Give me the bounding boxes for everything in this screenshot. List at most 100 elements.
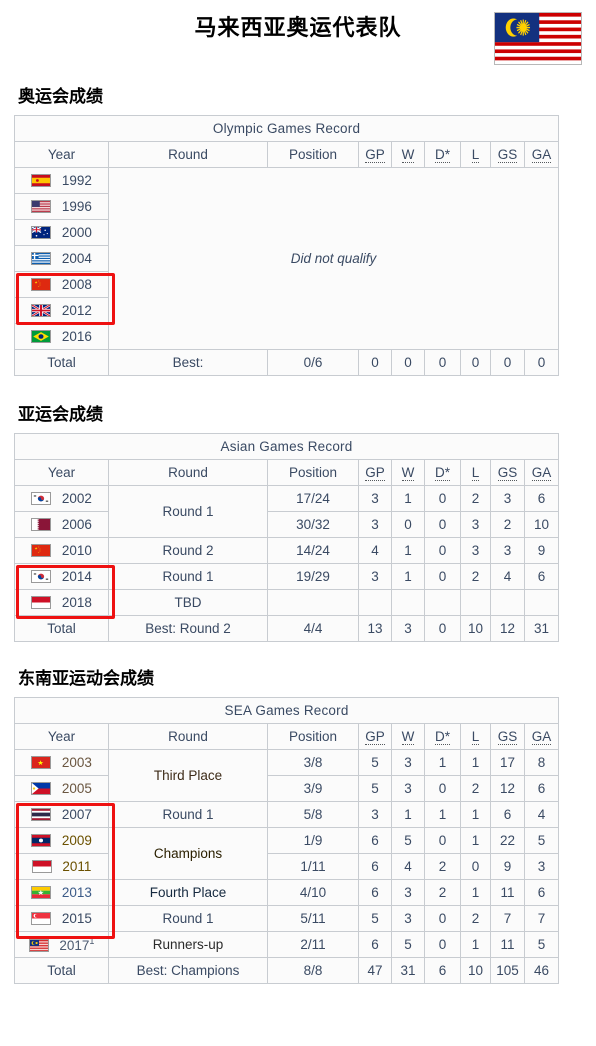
col-l[interactable]: L [460, 723, 491, 750]
year-cell[interactable]: 2014 [14, 563, 109, 590]
col-d[interactable]: D* [424, 459, 461, 486]
round-cell: Fourth Place [108, 879, 268, 906]
w-cell: 4 [391, 853, 425, 880]
col-position: Position [267, 459, 359, 486]
total-gp: 13 [358, 615, 392, 642]
col-d[interactable]: D* [424, 723, 461, 750]
total-gs: 0 [490, 349, 525, 376]
l-cell: 0 [460, 853, 491, 880]
col-gp[interactable]: GP [358, 459, 392, 486]
w-cell: 0 [391, 511, 425, 538]
indonesia-flag [31, 860, 52, 873]
year-cell[interactable]: 2016 [14, 323, 109, 350]
col-round: Round [108, 723, 268, 750]
total-gs: 12 [490, 615, 525, 642]
section-heading-asian: 亚运会成绩 [18, 405, 103, 425]
col-w[interactable]: W [391, 459, 425, 486]
d-cell [424, 589, 461, 616]
gs-cell: 6 [490, 801, 525, 828]
year-cell[interactable]: 1996 [14, 193, 109, 220]
col-position: Position [267, 141, 359, 168]
year-cell[interactable]: 2012 [14, 297, 109, 324]
year-cell[interactable]: 2015 [14, 905, 109, 932]
col-d[interactable]: D* [424, 141, 461, 168]
brazil-flag [31, 330, 52, 343]
col-l[interactable]: L [460, 459, 491, 486]
olympic-banner-title: Olympic Games Record [13, 115, 560, 142]
col-gs[interactable]: GS [490, 459, 525, 486]
col-gp[interactable]: GP [358, 723, 392, 750]
col-gs[interactable]: GS [490, 723, 525, 750]
year-cell[interactable]: 2006 [14, 511, 109, 538]
southkorea-flag [31, 570, 52, 583]
l-cell: 1 [460, 879, 491, 906]
year-cell[interactable]: 2004 [14, 245, 109, 272]
gs-cell: 4 [490, 563, 525, 590]
year-cell[interactable]: 2009 [14, 827, 109, 854]
total-ga: 0 [523, 349, 560, 376]
total-position: 4/4 [267, 615, 359, 642]
col-w[interactable]: W [391, 723, 425, 750]
footnote-marker[interactable]: 1 [89, 936, 94, 946]
column-header-row: Year Round Position GP W D* L GS GA [14, 141, 560, 168]
col-gs[interactable]: GS [490, 141, 525, 168]
malaysia-flag [28, 938, 49, 952]
year-cell[interactable]: ★ ★ ★ ★ ★ 2010 [14, 537, 109, 564]
total-position: 0/6 [267, 349, 359, 376]
position-cell: 2/11 [267, 931, 359, 958]
total-gp: 0 [358, 349, 392, 376]
section-heading-olympic: 奥运会成绩 [18, 87, 103, 107]
col-gp[interactable]: GP [358, 141, 392, 168]
d-cell: 1 [424, 801, 461, 828]
year-cell[interactable]: ★ 2003 [14, 749, 109, 776]
d-cell: 2 [424, 853, 461, 880]
col-round: Round [108, 141, 268, 168]
col-ga[interactable]: GA [524, 459, 559, 486]
total-l: 10 [460, 957, 491, 984]
w-cell: 1 [391, 801, 425, 828]
col-l[interactable]: L [460, 141, 491, 168]
w-cell: 3 [391, 879, 425, 906]
year-cell[interactable]: 2018 [14, 589, 109, 616]
sea-banner-title: SEA Games Record [13, 697, 560, 724]
year-cell[interactable]: ★ ★ ★ ★ ★ 2008 [14, 271, 109, 298]
ga-cell: 5 [523, 931, 560, 958]
position-cell: 1/9 [267, 827, 359, 854]
thailand-flag [31, 808, 52, 821]
table-row: 2002 Round 1 17/24 3 1 0 2 3 6 [14, 485, 559, 538]
w-cell: 5 [391, 931, 425, 958]
year-cell[interactable]: 1992 [14, 167, 109, 194]
table-row: 2015 Round 1 5/11 5 3 0 2 7 7 [14, 905, 560, 932]
year-cell[interactable]: 20171 [14, 931, 109, 958]
table-banner-row: Asian Games Record [14, 433, 559, 460]
d-cell: 0 [424, 511, 461, 538]
total-gs: 105 [490, 957, 525, 984]
col-ga[interactable]: GA [523, 141, 560, 168]
total-position: 8/8 [267, 957, 359, 984]
col-ga[interactable]: GA [523, 723, 560, 750]
total-ga: 46 [523, 957, 560, 984]
qatar-flag [31, 518, 52, 531]
gs-cell: 17 [490, 749, 525, 776]
section-heading-sea: 东南亚运动会成绩 [18, 669, 154, 689]
gs-cell: 11 [490, 931, 525, 958]
year-cell[interactable]: ★ 2013 [14, 879, 109, 906]
table-row: ★ 2003 Third Place 3/8 5 3 1 1 17 8 [14, 749, 560, 802]
year-cell[interactable]: 2007 [14, 801, 109, 828]
col-position: Position [267, 723, 359, 750]
year-cell[interactable]: 2002 [14, 485, 109, 512]
china-flag: ★ ★ ★ ★ ★ [31, 278, 52, 291]
singapore-flag [31, 912, 52, 925]
year-cell[interactable]: 2000 [14, 219, 109, 246]
year-cell[interactable]: 2005 [14, 775, 109, 802]
col-year: Year [14, 459, 109, 486]
l-cell: 3 [460, 511, 491, 538]
total-ga: 31 [524, 615, 559, 642]
year-cell[interactable]: 2011 [14, 853, 109, 880]
round-cell: Round 1 [108, 905, 268, 932]
col-w[interactable]: W [391, 141, 425, 168]
position-cell: 14/24 [267, 537, 359, 564]
position-cell: 3/9 [267, 775, 359, 802]
totals-row: Total Best: Champions 8/8 47 31 6 10 105… [14, 957, 560, 984]
gp-cell: 3 [358, 801, 392, 828]
